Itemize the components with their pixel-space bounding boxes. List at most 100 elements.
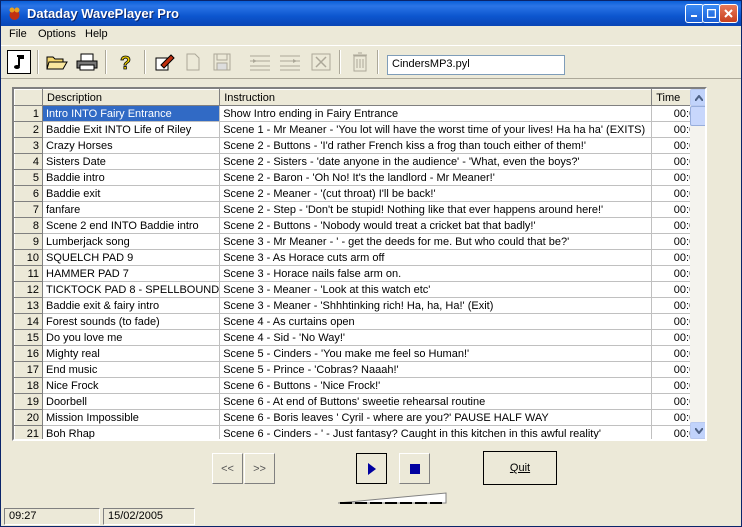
table-row[interactable]: 13 Baddie exit & fairy intro Scene 3 - Mea…: [14, 297, 699, 314]
description-cell[interactable]: Intro INTO Fairy Entrance: [42, 105, 221, 122]
instruction-cell[interactable]: Scene 3 - Meaner - 'Shhhtinking rich! Ha…: [219, 297, 653, 314]
table-row[interactable]: 6 Baddie exit Scene 2 - Meaner - '(cut thr…: [14, 185, 699, 202]
volume-slider[interactable]: [338, 491, 448, 505]
row-number-cell[interactable]: 3: [14, 137, 43, 154]
description-column-header[interactable]: Description: [41, 89, 221, 106]
table-row[interactable]: 1 Intro INTO Fairy Entrance Show Intro end…: [14, 105, 699, 122]
instruction-cell[interactable]: Scene 3 - Horace nails false arm on.: [219, 265, 653, 282]
play-button[interactable]: [356, 453, 387, 484]
edit-button[interactable]: [153, 50, 177, 74]
instruction-cell[interactable]: Scene 3 - Meaner - 'Look at this watch e…: [219, 281, 653, 298]
title-bar[interactable]: Dataday WavePlayer Pro: [1, 1, 741, 26]
save-button[interactable]: [210, 50, 234, 74]
table-row[interactable]: 5 Baddie intro Scene 2 - Baron - 'Oh No! I…: [14, 169, 699, 186]
clear-button[interactable]: [309, 50, 333, 74]
instruction-cell[interactable]: Scene 6 - Boris leaves ' Cyril - where a…: [219, 409, 653, 426]
instruction-cell[interactable]: Scene 4 - As curtains open: [219, 313, 653, 330]
description-cell[interactable]: HAMMER PAD 7: [42, 265, 221, 282]
row-number-cell[interactable]: 12: [14, 281, 43, 298]
print-button[interactable]: [75, 50, 99, 74]
row-number-cell[interactable]: 13: [14, 297, 43, 314]
stop-button[interactable]: [399, 453, 430, 484]
description-cell[interactable]: Crazy Horses: [42, 137, 221, 154]
description-cell[interactable]: Do you love me: [42, 329, 221, 346]
playlist-filename-field[interactable]: CindersMP3.pyl: [387, 55, 565, 75]
table-row[interactable]: 15 Do you love me Scene 4 - Sid - 'No Way!…: [14, 329, 699, 346]
row-number-cell[interactable]: 16: [14, 345, 43, 362]
table-row[interactable]: 3 Crazy Horses Scene 2 - Buttons - 'I'd ra…: [14, 137, 699, 154]
description-cell[interactable]: Mission Impossible: [42, 409, 221, 426]
close-button[interactable]: [719, 4, 738, 23]
row-number-cell[interactable]: 4: [14, 153, 43, 170]
table-row[interactable]: 4 Sisters Date Scene 2 - Sisters - 'date a…: [14, 153, 699, 170]
instruction-cell[interactable]: Scene 5 - Prince - 'Cobras? Naaah!': [219, 361, 653, 378]
row-number-cell[interactable]: 7: [14, 201, 43, 218]
description-cell[interactable]: Baddie exit: [42, 185, 221, 202]
description-cell[interactable]: TICKTOCK PAD 8 - SPELLBOUND: [42, 281, 221, 298]
table-row[interactable]: 12 TICKTOCK PAD 8 - SPELLBOUND Scene 3 - M…: [14, 281, 699, 298]
table-row[interactable]: 14 Forest sounds (to fade) Scene 4 - As cu…: [14, 313, 699, 330]
next-cue-button[interactable]: >>: [244, 453, 275, 484]
instruction-cell[interactable]: Scene 2 - Meaner - '(cut throat) I'll be…: [219, 185, 653, 202]
quit-button[interactable]: Quit: [483, 451, 557, 485]
table-row[interactable]: 8 Scene 2 end INTO Baddie intro Scene 2 - …: [14, 217, 699, 234]
instruction-cell[interactable]: Scene 2 - Buttons - 'Nobody would treat …: [219, 217, 653, 234]
instruction-cell[interactable]: Scene 1 - Mr Meaner - 'You lot will have…: [219, 121, 653, 138]
row-number-cell[interactable]: 17: [14, 361, 43, 378]
row-number-cell[interactable]: 10: [14, 249, 43, 266]
grid-vertical-scrollbar[interactable]: [690, 89, 705, 439]
row-number-cell[interactable]: 1: [14, 105, 43, 122]
cue-grid[interactable]: Description Instruction Time 1 Intro INTO…: [12, 87, 707, 441]
description-cell[interactable]: Baddie exit & fairy intro: [42, 297, 221, 314]
row-number-cell[interactable]: 18: [14, 377, 43, 394]
new-button[interactable]: [181, 50, 205, 74]
row-number-cell[interactable]: 5: [14, 169, 43, 186]
description-cell[interactable]: End music: [42, 361, 221, 378]
instruction-cell[interactable]: Scene 2 - Buttons - 'I'd rather French k…: [219, 137, 653, 154]
instruction-cell[interactable]: Scene 6 - Cinders - ' - Just fantasy? Ca…: [219, 425, 653, 439]
scroll-thumb[interactable]: [690, 106, 705, 126]
description-cell[interactable]: Doorbell: [42, 393, 221, 410]
description-cell[interactable]: Nice Frock: [42, 377, 221, 394]
description-cell[interactable]: Forest sounds (to fade): [42, 313, 221, 330]
table-row[interactable]: 17 End music Scene 5 - Prince - 'Cobras? N…: [14, 361, 699, 378]
description-cell[interactable]: Lumberjack song: [42, 233, 221, 250]
scroll-down-button[interactable]: [690, 422, 705, 439]
description-cell[interactable]: Scene 2 end INTO Baddie intro: [42, 217, 221, 234]
help-button[interactable]: ?: [114, 50, 138, 74]
instruction-cell[interactable]: Scene 2 - Sisters - 'date anyone in the …: [219, 153, 653, 170]
scroll-up-button[interactable]: [690, 89, 705, 106]
instruction-column-header[interactable]: Instruction: [219, 89, 653, 106]
insert-row-button[interactable]: [248, 50, 272, 74]
trash-button[interactable]: [348, 50, 372, 74]
previous-cue-button[interactable]: <<: [212, 453, 243, 484]
table-row[interactable]: 11 HAMMER PAD 7 Scene 3 - Horace nails fal…: [14, 265, 699, 282]
description-cell[interactable]: Baddie intro: [42, 169, 221, 186]
table-row[interactable]: 10 SQUELCH PAD 9 Scene 3 - As Horace cuts …: [14, 249, 699, 266]
instruction-cell[interactable]: Scene 6 - Buttons - 'Nice Frock!': [219, 377, 653, 394]
instruction-cell[interactable]: Scene 2 - Baron - 'Oh No! It's the landl…: [219, 169, 653, 186]
row-number-cell[interactable]: 21: [14, 425, 43, 439]
menu-file[interactable]: File: [9, 28, 27, 40]
menu-help[interactable]: Help: [85, 28, 108, 40]
table-row[interactable]: 2 Baddie Exit INTO Life of Riley Scene 1 -…: [14, 121, 699, 138]
description-cell[interactable]: Sisters Date: [42, 153, 221, 170]
description-cell[interactable]: Mighty real: [42, 345, 221, 362]
row-number-cell[interactable]: 6: [14, 185, 43, 202]
instruction-cell[interactable]: Scene 2 - Step - 'Don't be stupid! Nothi…: [219, 201, 653, 218]
row-number-cell[interactable]: 20: [14, 409, 43, 426]
music-note-button[interactable]: [7, 50, 31, 74]
row-number-cell[interactable]: 2: [14, 121, 43, 138]
row-number-cell[interactable]: 9: [14, 233, 43, 250]
row-number-cell[interactable]: 8: [14, 217, 43, 234]
instruction-cell[interactable]: Scene 5 - Cinders - 'You make me feel so…: [219, 345, 653, 362]
table-row[interactable]: 20 Mission Impossible Scene 6 - Boris leav…: [14, 409, 699, 426]
instruction-cell[interactable]: Scene 6 - At end of Buttons' sweetie reh…: [219, 393, 653, 410]
row-number-cell[interactable]: 11: [14, 265, 43, 282]
description-cell[interactable]: SQUELCH PAD 9: [42, 249, 221, 266]
instruction-cell[interactable]: Scene 3 - As Horace cuts arm off: [219, 249, 653, 266]
description-cell[interactable]: fanfare: [42, 201, 221, 218]
table-row[interactable]: 7 fanfare Scene 2 - Step - 'Don't be stupi…: [14, 201, 699, 218]
table-row[interactable]: 19 Doorbell Scene 6 - At end of Buttons' s…: [14, 393, 699, 410]
menu-options[interactable]: Options: [38, 28, 76, 40]
